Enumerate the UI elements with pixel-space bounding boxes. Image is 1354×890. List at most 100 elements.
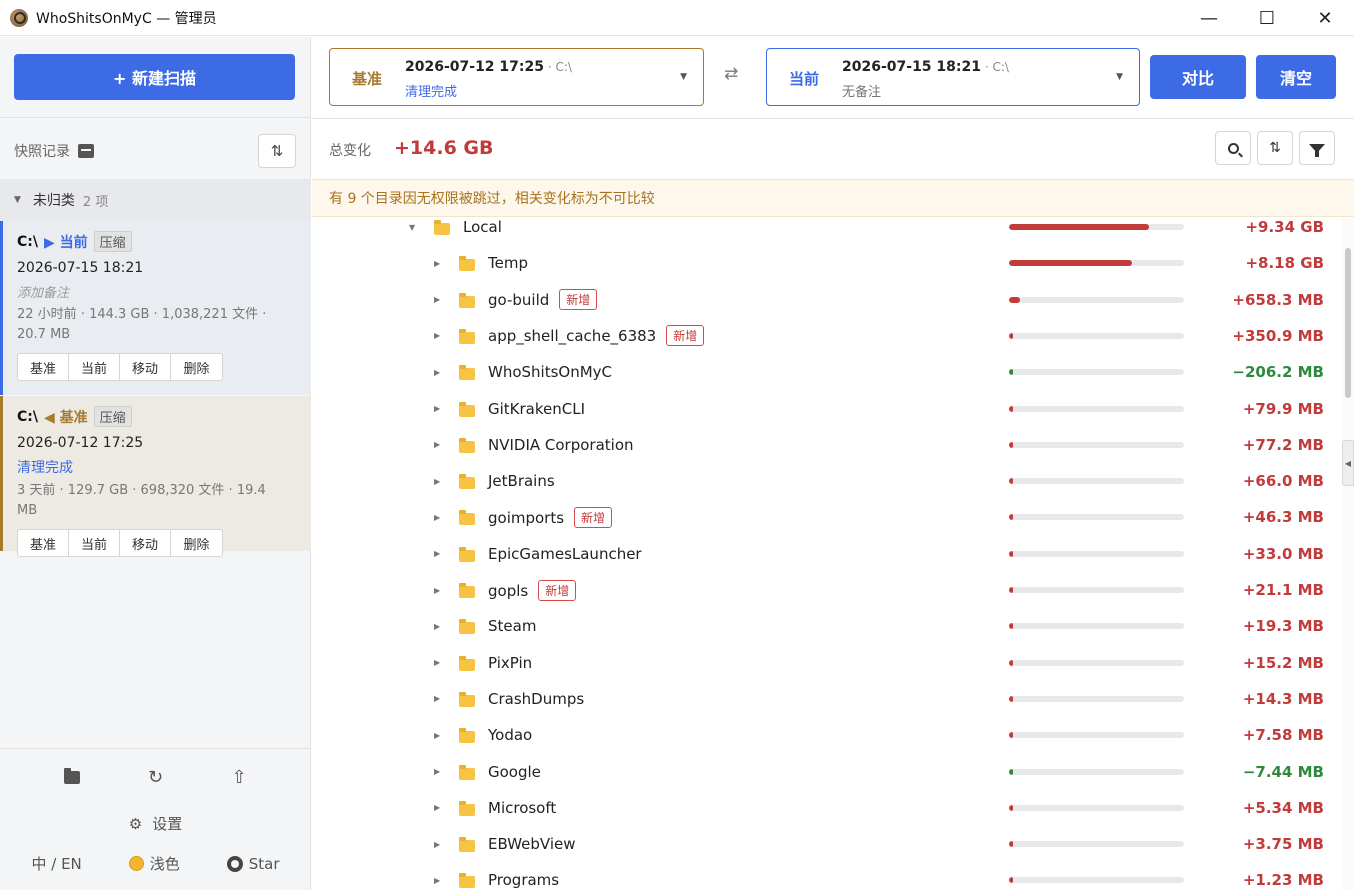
clear-button[interactable]: 清空 [1256, 55, 1336, 99]
set-base-button[interactable]: 基准 [18, 530, 69, 556]
change-bar [1009, 695, 1184, 702]
chevron-right-icon[interactable]: ▶ [434, 368, 440, 377]
maximize-button[interactable]: ☐ [1238, 0, 1296, 36]
sort-snapshots-button[interactable]: ⇅ [258, 134, 296, 168]
tree-row[interactable]: ▼ Local +9.34 GB [312, 218, 1342, 245]
change-bar-fill [1009, 260, 1132, 267]
snapshot-card-base[interactable]: C:\ ◀ 基准 压缩 2026-07-12 17:25 清理完成 3 天前 ·… [0, 396, 311, 557]
settings-button[interactable]: ⚙ 设置 [0, 813, 311, 834]
search-button[interactable] [1215, 131, 1251, 165]
chevron-right-icon[interactable]: ▶ [434, 586, 440, 595]
chevron-right-icon[interactable]: ▶ [434, 731, 440, 740]
filter-button[interactable] [1299, 131, 1335, 165]
minimize-button[interactable]: — [1180, 0, 1238, 36]
new-badge: 新增 [559, 289, 598, 311]
folder-name-text: Temp [488, 254, 528, 273]
tree-row[interactable]: ▶ Temp +8.18 GB [312, 245, 1342, 281]
change-bar-fill [1009, 224, 1149, 230]
swap-button[interactable]: ⇄ [724, 64, 738, 84]
chevron-down-icon[interactable]: ▼ [409, 223, 415, 232]
new-scan-button[interactable]: + 新建扫描 [14, 54, 295, 100]
theme-toggle[interactable]: 浅色 [128, 853, 180, 874]
chevron-right-icon[interactable]: ▶ [434, 331, 440, 340]
change-bar [1009, 369, 1184, 376]
set-current-button[interactable]: 当前 [69, 530, 120, 556]
snapshot-card-current[interactable]: C:\ ▶ 当前 压缩 2026-07-15 18:21 添加备注 22 小时前… [0, 221, 311, 395]
tree-row[interactable]: ▶ gopls 新增 +21.1 MB [312, 572, 1342, 608]
tree-row[interactable]: ▶ CrashDumps +14.3 MB [312, 681, 1342, 717]
current-tag: 当前 [789, 70, 820, 88]
chevron-right-icon[interactable]: ▶ [434, 477, 440, 486]
current-snapshot-select[interactable]: 当前 2026-07-15 18:21 · C:\ 无备注 ▼ [766, 48, 1140, 106]
tree-row[interactable]: ▶ Programs +1.23 MB [312, 862, 1342, 890]
chevron-right-icon[interactable]: ▶ [434, 259, 440, 268]
compare-button[interactable]: 对比 [1150, 55, 1246, 99]
play-icon: ▶ [44, 234, 55, 251]
folder-name: JetBrains [488, 472, 555, 490]
tree-row[interactable]: ▶ Yodao +7.58 MB [312, 717, 1342, 753]
scrollbar-thumb[interactable] [1345, 248, 1351, 398]
tree-row[interactable]: ▶ EBWebView +3.75 MB [312, 826, 1342, 862]
app-logo-icon [10, 8, 28, 27]
total-change-label: 总变化 [329, 143, 371, 159]
tree-row[interactable]: ▶ Microsoft +5.34 MB [312, 790, 1342, 826]
chevron-right-icon[interactable]: ▶ [434, 622, 440, 631]
snapshot-note[interactable]: 清理完成 [17, 457, 297, 477]
close-button[interactable]: ✕ [1296, 0, 1354, 36]
scrollbar[interactable] [1342, 218, 1354, 890]
delete-button[interactable]: 删除 [171, 354, 222, 380]
chevron-right-icon[interactable]: ▶ [434, 658, 440, 667]
change-bar-fill [1009, 332, 1014, 339]
delete-button[interactable]: 删除 [171, 530, 222, 556]
chevron-right-icon[interactable]: ▶ [434, 876, 440, 885]
group-uncategorized[interactable]: ▼ 未归类 2 项 [0, 179, 311, 221]
tree-row[interactable]: ▶ GitKrakenCLI +79.9 MB [312, 391, 1342, 427]
chevron-right-icon[interactable]: ▶ [434, 694, 440, 703]
tree-row[interactable]: ▶ Steam +19.3 MB [312, 608, 1342, 644]
set-base-button[interactable]: 基准 [18, 354, 69, 380]
tree-row[interactable]: ▶ EpicGamesLauncher +33.0 MB [312, 536, 1342, 572]
folder-name-text: GitKrakenCLI [488, 399, 586, 418]
folder-icon [459, 655, 475, 671]
snapshot-actions: 基准 当前 移动 删除 [17, 353, 223, 381]
theme-label: 浅色 [149, 855, 180, 873]
folder-name: gopls 新增 [488, 579, 577, 601]
move-button[interactable]: 移动 [120, 530, 171, 556]
size-delta: +19.3 MB [1242, 617, 1324, 636]
divider [0, 117, 311, 118]
chevron-right-icon[interactable]: ▶ [434, 513, 440, 522]
chevron-right-icon[interactable]: ▶ [434, 767, 440, 776]
tree-row[interactable]: ▶ PixPin +15.2 MB [312, 645, 1342, 681]
tree-row[interactable]: ▶ app_shell_cache_6383 新增 +350.9 MB [312, 318, 1342, 354]
open-folder-button[interactable] [59, 764, 85, 790]
move-button[interactable]: 移动 [120, 354, 171, 380]
collapse-panel-button[interactable]: ◀ [1342, 440, 1354, 486]
sort-icon: ⇅ [270, 142, 284, 160]
archive-icon[interactable] [78, 144, 94, 158]
tree-row[interactable]: ▶ NVIDIA Corporation +77.2 MB [312, 427, 1342, 463]
folder-icon [63, 767, 80, 784]
sort-button[interactable]: ⇅ [1257, 131, 1293, 165]
tree-row[interactable]: ▶ WhoShitsOnMyC −206.2 MB [312, 354, 1342, 390]
chevron-right-icon[interactable]: ▶ [434, 440, 440, 449]
refresh-button[interactable]: ↻ [142, 764, 168, 790]
folder-icon [459, 437, 475, 453]
export-button[interactable]: ⇧ [226, 764, 252, 790]
tree-row[interactable]: ▶ go-build 新增 +658.3 MB [312, 282, 1342, 318]
base-snapshot-select[interactable]: 基准 2026-07-12 17:25 · C:\ 清理完成 ▼ [329, 48, 704, 106]
set-current-button[interactable]: 当前 [69, 354, 120, 380]
filter-icon [1309, 143, 1325, 157]
add-note-link[interactable]: 添加备注 [17, 282, 297, 301]
chevron-right-icon[interactable]: ▶ [434, 404, 440, 413]
chevron-right-icon[interactable]: ▶ [434, 803, 440, 812]
tree-row[interactable]: ▶ JetBrains +66.0 MB [312, 463, 1342, 499]
folder-icon [459, 837, 475, 853]
change-bar-fill [1009, 732, 1014, 739]
language-toggle[interactable]: 中 / EN [31, 853, 81, 874]
chevron-right-icon[interactable]: ▶ [434, 295, 440, 304]
tree-row[interactable]: ▶ Google −7.44 MB [312, 754, 1342, 790]
chevron-right-icon[interactable]: ▶ [434, 840, 440, 849]
tree-row[interactable]: ▶ goimports 新增 +46.3 MB [312, 499, 1342, 535]
chevron-right-icon[interactable]: ▶ [434, 549, 440, 558]
github-star-link[interactable]: Star [226, 855, 280, 873]
